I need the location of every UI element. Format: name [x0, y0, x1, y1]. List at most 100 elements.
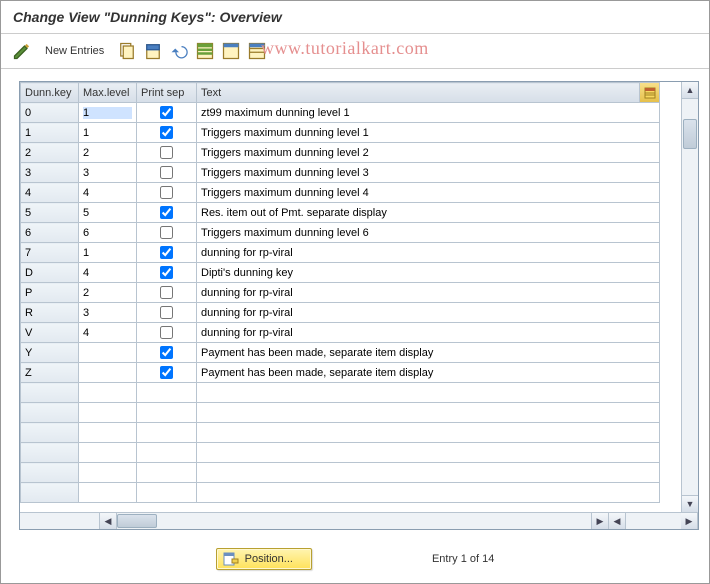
- column-header-level[interactable]: Max.level: [79, 83, 137, 103]
- cell-level[interactable]: [79, 303, 137, 323]
- cell-key[interactable]: V: [21, 323, 79, 343]
- cell-text[interactable]: [197, 483, 660, 503]
- cell-text[interactable]: [197, 363, 660, 383]
- table-row[interactable]: P: [21, 283, 660, 303]
- cell-sep[interactable]: [137, 363, 197, 383]
- cell-level[interactable]: [79, 483, 137, 503]
- select-all-icon[interactable]: [194, 40, 216, 62]
- cell-level[interactable]: [79, 103, 137, 123]
- cell-text[interactable]: [197, 243, 660, 263]
- cell-sep[interactable]: [137, 343, 197, 363]
- scroll-right-icon[interactable]: ▶: [591, 513, 608, 529]
- toggle-icon[interactable]: [11, 40, 33, 62]
- scroll-left-icon[interactable]: ◀: [100, 513, 117, 529]
- cell-sep[interactable]: [137, 403, 197, 423]
- cell-key[interactable]: 7: [21, 243, 79, 263]
- table-row[interactable]: 5: [21, 203, 660, 223]
- cell-text[interactable]: [197, 383, 660, 403]
- table-row-empty[interactable]: [21, 403, 660, 423]
- column-header-sep[interactable]: Print sep: [137, 83, 197, 103]
- cell-key[interactable]: 4: [21, 183, 79, 203]
- text-input[interactable]: [201, 147, 655, 159]
- cell-text[interactable]: [197, 163, 660, 183]
- level-input[interactable]: [83, 207, 132, 219]
- cell-key[interactable]: 0: [21, 103, 79, 123]
- level-input[interactable]: [83, 287, 132, 299]
- position-button[interactable]: Position...: [216, 548, 312, 570]
- level-input[interactable]: [83, 307, 132, 319]
- cell-key[interactable]: P: [21, 283, 79, 303]
- cell-text[interactable]: [197, 323, 660, 343]
- cell-level[interactable]: [79, 203, 137, 223]
- column-header-text[interactable]: Text: [197, 83, 660, 103]
- scroll-left2-icon[interactable]: ◀: [609, 513, 626, 529]
- cell-sep[interactable]: [137, 463, 197, 483]
- undo-icon[interactable]: [168, 40, 190, 62]
- print-sep-checkbox[interactable]: [160, 266, 173, 279]
- cell-key[interactable]: D: [21, 263, 79, 283]
- level-input[interactable]: [83, 327, 132, 339]
- cell-text[interactable]: [197, 143, 660, 163]
- cell-key[interactable]: [21, 403, 79, 423]
- cell-text[interactable]: [197, 103, 660, 123]
- table-row[interactable]: 2: [21, 143, 660, 163]
- table-row[interactable]: V: [21, 323, 660, 343]
- cell-text[interactable]: [197, 263, 660, 283]
- cell-text[interactable]: [197, 343, 660, 363]
- table-row[interactable]: 7: [21, 243, 660, 263]
- level-input[interactable]: [83, 267, 132, 279]
- cell-text[interactable]: [197, 283, 660, 303]
- cell-sep[interactable]: [137, 263, 197, 283]
- table-row-empty[interactable]: [21, 483, 660, 503]
- text-input[interactable]: [201, 307, 655, 319]
- cell-level[interactable]: [79, 323, 137, 343]
- cell-key[interactable]: Y: [21, 343, 79, 363]
- cell-level[interactable]: [79, 123, 137, 143]
- cell-level[interactable]: [79, 423, 137, 443]
- cell-sep[interactable]: [137, 183, 197, 203]
- cell-text[interactable]: [197, 223, 660, 243]
- print-sep-checkbox[interactable]: [160, 346, 173, 359]
- cell-text[interactable]: [197, 423, 660, 443]
- horizontal-scrollbar[interactable]: ◀ ▶ ◀ ▶: [20, 512, 698, 529]
- cell-level[interactable]: [79, 463, 137, 483]
- delete-icon[interactable]: [142, 40, 164, 62]
- text-input[interactable]: [201, 347, 655, 359]
- scroll-thumb[interactable]: [683, 119, 697, 149]
- table-row[interactable]: 4: [21, 183, 660, 203]
- vertical-scrollbar[interactable]: ▲ ▼: [681, 82, 698, 512]
- cell-level[interactable]: [79, 363, 137, 383]
- cell-key[interactable]: 3: [21, 163, 79, 183]
- level-input[interactable]: [83, 347, 132, 359]
- hscroll-track[interactable]: [117, 513, 591, 529]
- level-input[interactable]: [83, 147, 132, 159]
- cell-key[interactable]: 1: [21, 123, 79, 143]
- scroll-track[interactable]: [682, 99, 698, 495]
- cell-sep[interactable]: [137, 303, 197, 323]
- text-input[interactable]: [201, 247, 655, 259]
- cell-text[interactable]: [197, 443, 660, 463]
- deselect-all-icon[interactable]: [246, 40, 268, 62]
- cell-level[interactable]: [79, 443, 137, 463]
- table-row[interactable]: Z: [21, 363, 660, 383]
- cell-level[interactable]: [79, 343, 137, 363]
- level-input[interactable]: [83, 227, 132, 239]
- print-sep-checkbox[interactable]: [160, 366, 173, 379]
- cell-sep[interactable]: [137, 443, 197, 463]
- table-row[interactable]: 0: [21, 103, 660, 123]
- cell-sep[interactable]: [137, 203, 197, 223]
- print-sep-checkbox[interactable]: [160, 326, 173, 339]
- print-sep-checkbox[interactable]: [160, 186, 173, 199]
- text-input[interactable]: [201, 167, 655, 179]
- print-sep-checkbox[interactable]: [160, 166, 173, 179]
- level-input[interactable]: [83, 127, 132, 139]
- print-sep-checkbox[interactable]: [160, 306, 173, 319]
- cell-key[interactable]: [21, 463, 79, 483]
- select-block-icon[interactable]: [220, 40, 242, 62]
- cell-level[interactable]: [79, 403, 137, 423]
- level-input[interactable]: [83, 367, 132, 379]
- cell-sep[interactable]: [137, 383, 197, 403]
- table-row[interactable]: R: [21, 303, 660, 323]
- hscroll-thumb[interactable]: [117, 514, 157, 528]
- print-sep-checkbox[interactable]: [160, 226, 173, 239]
